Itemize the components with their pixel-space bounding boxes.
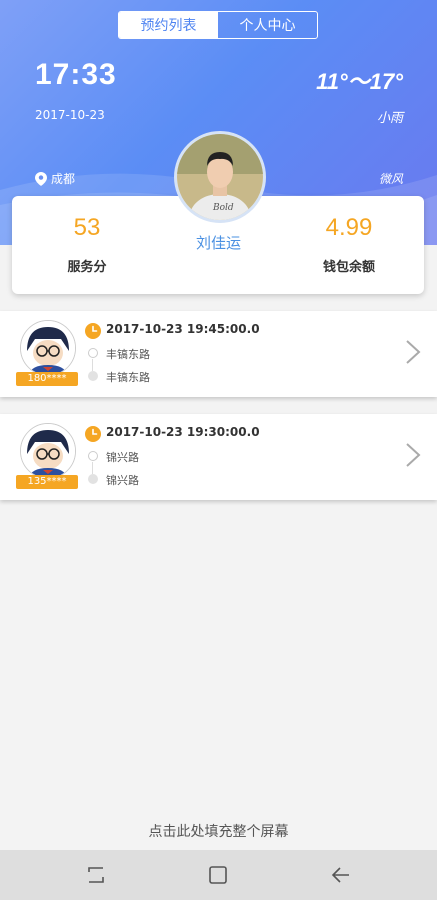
avatar-photo: Bold [177, 134, 263, 220]
order-end-address: 丰镐东路 [106, 371, 150, 384]
temperature-range: 11°～17° [316, 69, 403, 94]
chevron-right-icon[interactable] [405, 442, 421, 468]
wallet-balance-label: 钱包余额 [322, 260, 375, 275]
back-icon[interactable] [330, 864, 352, 886]
order-start-address: 锦兴路 [106, 451, 139, 464]
current-date: 2017-10-23 [35, 108, 105, 122]
route-line [92, 359, 93, 371]
chevron-right-icon[interactable] [405, 339, 421, 365]
end-point-icon [88, 474, 98, 484]
start-point-icon [88, 451, 98, 461]
order-time: 2017-10-23 19:45:00.0 [106, 322, 260, 336]
svg-text:Bold: Bold [212, 203, 234, 213]
customer-avatar [20, 320, 76, 376]
fill-screen-button[interactable]: 点击此处填充整个屏幕 [0, 815, 437, 850]
tab-personal-center[interactable]: 个人中心 [218, 12, 317, 38]
system-nav-bar [0, 850, 437, 900]
start-point-icon [88, 348, 98, 358]
user-name: 刘佳运 [195, 234, 241, 252]
customer-avatar [20, 423, 76, 479]
order-end-address: 锦兴路 [106, 474, 139, 487]
end-point-icon [88, 371, 98, 381]
wind-condition: 微风 [378, 172, 403, 186]
order-time: 2017-10-23 19:30:00.0 [106, 425, 260, 439]
city-location: 成都 [35, 170, 75, 187]
home-icon[interactable] [207, 864, 229, 886]
order-item[interactable]: 135**** 2017-10-23 19:30:00.0 锦兴路 锦兴路 [0, 414, 437, 500]
customer-phone: 180**** [16, 372, 78, 386]
weather-condition: 小雨 [376, 111, 403, 126]
recent-apps-icon[interactable] [85, 864, 107, 886]
service-score-label: 服务分 [67, 260, 107, 275]
top-tabs: 预约列表 个人中心 [118, 11, 318, 39]
customer-phone: 135**** [16, 475, 78, 489]
location-pin-icon [35, 171, 47, 186]
order-item[interactable]: 180**** 2017-10-23 19:45:00.0 丰镐东路 丰镐东路 [0, 311, 437, 397]
clock-icon [85, 323, 101, 339]
order-start-address: 丰镐东路 [106, 348, 150, 361]
clock-icon [85, 426, 101, 442]
route-line [92, 462, 93, 474]
tab-appointment-list[interactable]: 预约列表 [119, 12, 218, 38]
current-time: 17:33 [35, 58, 117, 91]
user-avatar[interactable]: Bold [174, 131, 266, 223]
city-name: 成都 [51, 172, 76, 186]
